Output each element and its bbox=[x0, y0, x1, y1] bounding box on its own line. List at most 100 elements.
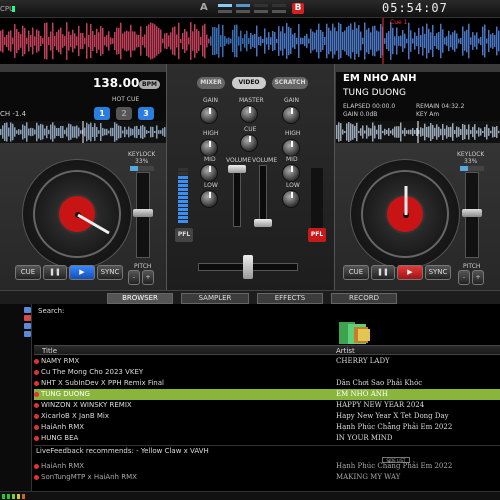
waveform-bar bbox=[32, 128, 34, 136]
folder-icon[interactable] bbox=[24, 323, 31, 329]
table-row[interactable]: HaiAnh RMX Hạnh Phúc Chẳng Phải Em 2022 bbox=[34, 422, 500, 433]
search-input[interactable] bbox=[70, 306, 190, 316]
right-gain-knob[interactable] bbox=[282, 106, 300, 124]
right-pause-button[interactable]: ❚❚ bbox=[371, 265, 395, 280]
tab-record[interactable]: RECORD bbox=[331, 293, 397, 304]
master-knob[interactable] bbox=[240, 105, 258, 123]
left-play-button[interactable]: ▶ bbox=[69, 265, 95, 280]
right-mid-knob[interactable] bbox=[282, 164, 300, 182]
left-pfl-button[interactable]: PFL bbox=[175, 228, 193, 242]
crossfader-side-b[interactable]: B bbox=[292, 3, 304, 14]
right-low-knob[interactable] bbox=[282, 190, 300, 208]
left-mid-knob[interactable] bbox=[200, 164, 218, 182]
table-row[interactable]: XicarloB X JanB Mix Hapy New Year X Tet D… bbox=[34, 411, 500, 422]
crossfader-side-a[interactable]: A bbox=[200, 2, 212, 15]
column-title-header[interactable]: Title bbox=[42, 347, 57, 355]
waveform-bar bbox=[440, 128, 442, 136]
left-bpm-badge[interactable]: BPM bbox=[139, 80, 160, 89]
left-high-knob[interactable] bbox=[200, 139, 218, 157]
left-low-knob[interactable] bbox=[200, 190, 218, 208]
left-volume-fader[interactable] bbox=[233, 165, 241, 227]
right-jog-wheel[interactable] bbox=[350, 159, 460, 269]
right-volume-fader[interactable] bbox=[259, 165, 267, 227]
waveform-bar bbox=[304, 35, 306, 47]
left-waveform-graphic bbox=[0, 121, 166, 143]
folder-tree[interactable] bbox=[0, 304, 32, 500]
column-artist-header[interactable]: Artist bbox=[336, 347, 355, 355]
right-pitch-plus-button[interactable]: + bbox=[472, 270, 484, 285]
table-row[interactable]: HUNG BEA IN YOUR MIND bbox=[34, 433, 500, 444]
vu-segment bbox=[178, 196, 188, 199]
table-row[interactable]: NAMY RMX CHERRY LADY bbox=[34, 356, 500, 367]
right-keylock-meter[interactable] bbox=[460, 166, 484, 171]
waveform-bar bbox=[158, 28, 160, 54]
left-pause-button[interactable]: ❚❚ bbox=[43, 265, 67, 280]
right-pitch-handle[interactable] bbox=[462, 209, 482, 217]
waveform-bar bbox=[46, 125, 48, 139]
right-pitch-minus-button[interactable]: - bbox=[458, 270, 470, 285]
right-waveform[interactable] bbox=[336, 121, 500, 143]
waveform-bar bbox=[80, 130, 82, 134]
left-sync-button[interactable]: SYNC bbox=[97, 265, 123, 280]
left-cue-button[interactable]: CUE bbox=[15, 265, 41, 280]
master-label: MASTER bbox=[239, 97, 264, 104]
waveform-bar bbox=[248, 37, 250, 45]
waveform-bar bbox=[496, 126, 498, 138]
right-pfl-button[interactable]: PFL bbox=[308, 228, 326, 242]
left-hot-cue-2[interactable]: 2 bbox=[116, 107, 132, 120]
left-gain-knob[interactable] bbox=[200, 106, 218, 124]
table-row[interactable]: WINZON X WINSKY REMIX HAPPY NEW YEAR 2024 bbox=[34, 400, 500, 411]
waveform-bar bbox=[122, 33, 124, 49]
waveform-bar bbox=[430, 32, 432, 50]
waveform-bar bbox=[396, 126, 398, 138]
waveform-bar bbox=[446, 125, 448, 139]
waveform-bar bbox=[172, 27, 174, 55]
table-row[interactable]: Cu The Mong Cho 2023 VKEY bbox=[34, 367, 500, 378]
recommendation-row[interactable]: HaiAnh RMX Hạnh Phúc Chẳng Phải Em 2022 bbox=[34, 461, 500, 472]
right-high-knob[interactable] bbox=[282, 139, 300, 157]
right-volume-fader-handle[interactable] bbox=[254, 219, 272, 227]
waveform-bar bbox=[92, 30, 94, 52]
table-row[interactable]: NHT X SubInDev X PPH Remix Final Dân Chơi… bbox=[34, 378, 500, 389]
waveform-bar bbox=[458, 38, 460, 44]
left-jog-wheel[interactable] bbox=[22, 159, 132, 269]
left-volume-fader-handle[interactable] bbox=[228, 165, 246, 173]
crossfader-handle[interactable] bbox=[243, 255, 253, 279]
folder-icon[interactable] bbox=[24, 307, 31, 313]
right-play-button[interactable]: ▶ bbox=[397, 265, 423, 280]
vu-segment bbox=[178, 188, 188, 191]
waveform-bar bbox=[228, 37, 230, 45]
left-hot-cue-1[interactable]: 1 bbox=[94, 107, 110, 120]
folder-icon[interactable] bbox=[24, 331, 31, 337]
recommendation-row[interactable]: SonTungMTP x HaiAnh RMX MAKING MY WAY bbox=[34, 472, 500, 483]
left-waveform[interactable] bbox=[0, 121, 166, 143]
mixer-tab-video[interactable]: VIDEO bbox=[232, 77, 266, 89]
table-row-selected[interactable]: TUNG DUONG EM NHO ANH bbox=[34, 389, 500, 400]
playlist-icon[interactable] bbox=[24, 315, 31, 321]
vu-segment bbox=[178, 176, 188, 179]
left-pitch-plus-button[interactable]: + bbox=[142, 270, 154, 285]
waveform-bar bbox=[130, 128, 132, 136]
waveform-overview[interactable]: Cue 1 bbox=[0, 18, 500, 64]
track-artist: HAPPY NEW YEAR 2024 bbox=[336, 401, 425, 409]
waveform-bar bbox=[146, 25, 148, 57]
left-pitch-minus-button[interactable]: - bbox=[128, 270, 140, 285]
tab-effects[interactable]: EFFECTS bbox=[257, 293, 323, 304]
mixer-tab-mixer[interactable]: MIXER bbox=[197, 77, 225, 89]
left-pitch-handle[interactable] bbox=[133, 209, 153, 217]
right-cue-button[interactable]: CUE bbox=[343, 265, 369, 280]
waveform-bar bbox=[0, 128, 2, 136]
waveform-bar bbox=[494, 35, 496, 47]
right-sync-button[interactable]: SYNC bbox=[425, 265, 451, 280]
waveform-bar bbox=[36, 29, 38, 53]
waveform-bar bbox=[436, 124, 438, 140]
waveform-bar bbox=[374, 125, 376, 139]
left-hot-cue-3[interactable]: 3 bbox=[138, 107, 154, 120]
tab-browser[interactable]: BROWSER bbox=[107, 293, 173, 304]
mixer-tab-scratch[interactable]: SCRATCH bbox=[272, 77, 308, 89]
left-keylock-meter[interactable] bbox=[130, 166, 154, 171]
tab-sampler[interactable]: SAMPLER bbox=[181, 293, 249, 304]
waveform-bar bbox=[194, 24, 196, 58]
waveform-bar bbox=[420, 127, 422, 137]
cue-mix-knob[interactable] bbox=[240, 134, 258, 152]
